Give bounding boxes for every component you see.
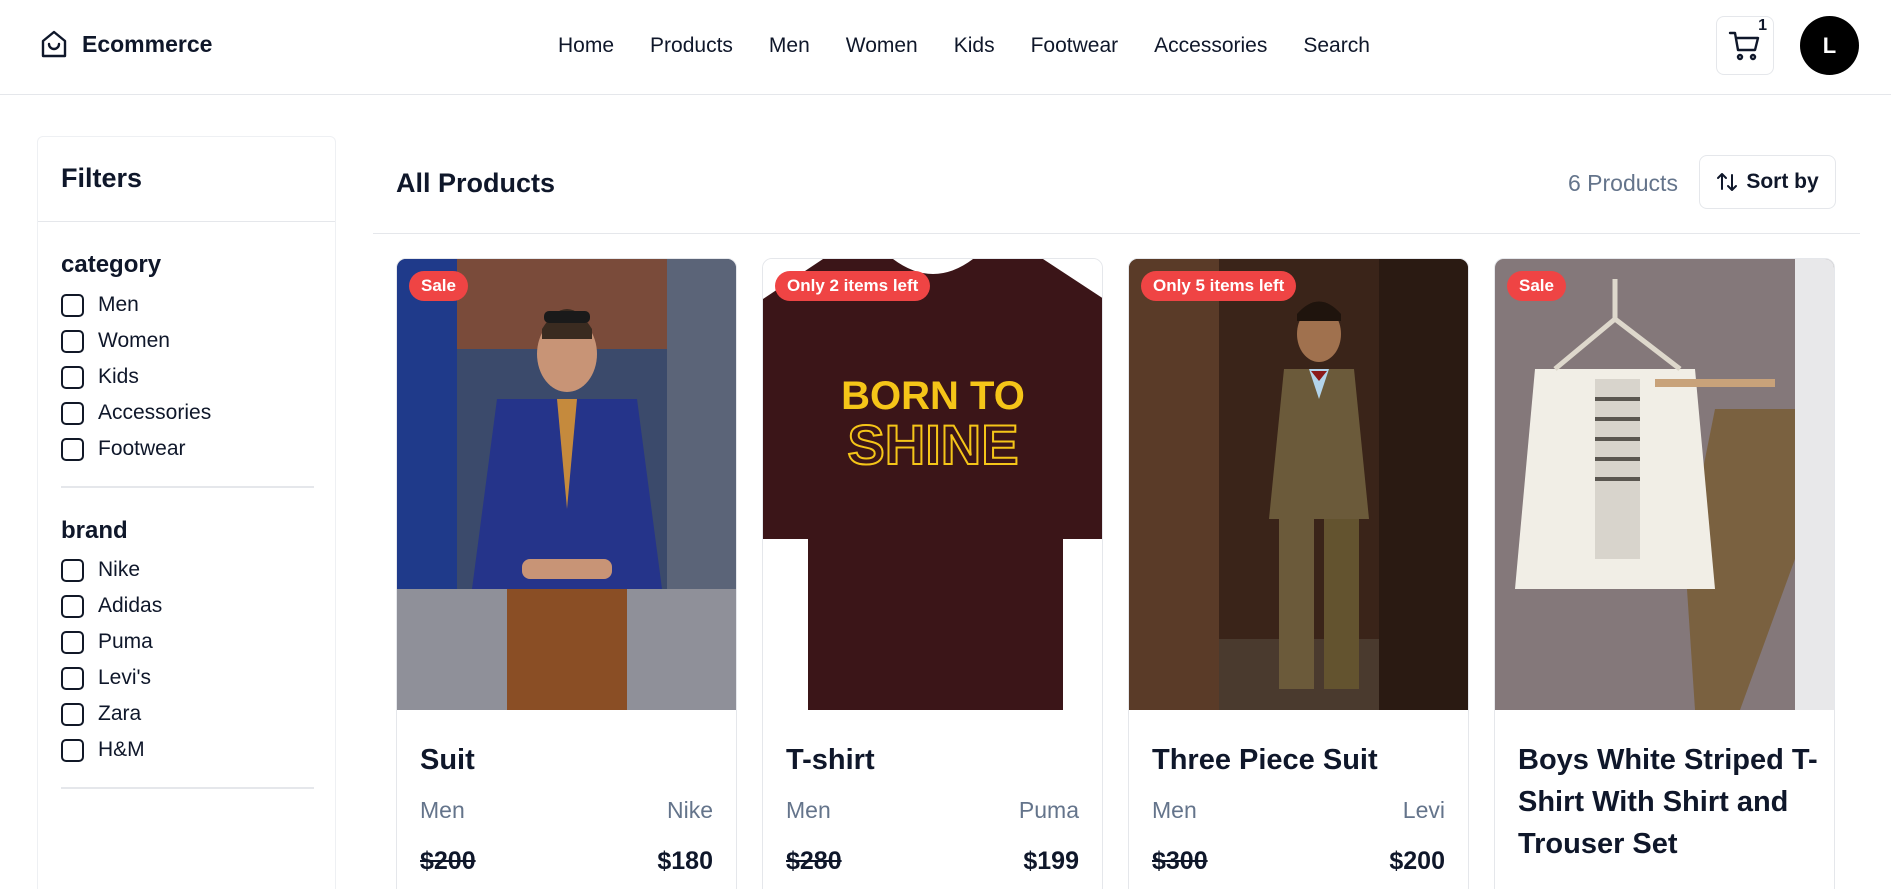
product-image[interactable]: Sale [397, 259, 736, 710]
checkbox[interactable] [61, 365, 84, 389]
three-piece-suit-photo [1129, 259, 1468, 710]
product-name[interactable]: Three Piece Suit [1152, 739, 1452, 781]
product-category: Men [1152, 797, 1197, 823]
brand-logo[interactable]: Ecommerce [38, 28, 212, 60]
checkbox[interactable] [61, 293, 84, 317]
product-name[interactable]: Suit [420, 739, 720, 781]
sale-price: $199 [1023, 847, 1079, 875]
product-image[interactable]: BORN TO SHINE Only 2 items left [763, 259, 1102, 710]
product-brand: Puma [1018, 797, 1079, 823]
filter-option-nike[interactable]: Nike [61, 558, 140, 582]
original-price: $300 [1152, 847, 1208, 875]
stock-badge: Only 5 items left [1141, 271, 1297, 301]
product-brand: Nike [666, 797, 713, 823]
checkbox[interactable] [61, 329, 84, 353]
product-count: 6 Products [1568, 170, 1678, 196]
filter-option-zara[interactable]: Zara [61, 702, 141, 726]
divider [373, 233, 1860, 234]
product-name[interactable]: Boys White Striped T-Shirt With Shirt an… [1518, 739, 1818, 865]
filter-option-women[interactable]: Women [61, 329, 170, 353]
filter-option-hm[interactable]: H&M [61, 738, 145, 762]
option-label: Kids [98, 365, 139, 388]
checkbox[interactable] [61, 401, 84, 425]
top-header: Ecommerce Home Products Men Women Kids F… [0, 0, 1891, 95]
brand-group-title: brand [61, 517, 128, 544]
divider [61, 787, 314, 789]
divider [38, 221, 335, 222]
option-label: Zara [98, 702, 142, 725]
checkbox[interactable] [61, 702, 84, 726]
product-card[interactable]: Sale Boys White Striped T-Shirt With Shi… [1494, 258, 1835, 889]
product-card[interactable]: BORN TO SHINE Only 2 items left T-shirt … [762, 258, 1103, 889]
checkbox[interactable] [61, 630, 84, 654]
nav-men[interactable]: Men [769, 34, 810, 58]
product-card[interactable]: Only 5 items left Three Piece Suit Men L… [1128, 258, 1469, 889]
stock-badge: Only 2 items left [775, 271, 931, 301]
suit-photo [397, 259, 736, 710]
filter-option-kids[interactable]: Kids [61, 365, 139, 389]
original-price: $200 [420, 847, 476, 875]
checkbox[interactable] [61, 558, 84, 582]
nav-footwear[interactable]: Footwear [1031, 34, 1119, 58]
category-group-title: category [61, 251, 162, 278]
products-area: All Products 6 Products Sort by Sale Sui… [373, 136, 1860, 889]
product-name[interactable]: T-shirt [786, 739, 1086, 781]
shirt-print-line1: BORN TO [841, 374, 1025, 418]
brand-name: Ecommerce [82, 30, 213, 57]
product-image[interactable]: Only 5 items left [1129, 259, 1468, 710]
product-image[interactable]: Sale [1495, 259, 1834, 710]
shirt-print-line2: SHINE [847, 413, 1018, 476]
sale-price: $180 [657, 847, 713, 875]
filters-sidebar: Filters category Men Women Kids Accessor… [37, 136, 336, 889]
sale-badge: Sale [1507, 271, 1566, 301]
sort-arrows-icon [1717, 173, 1738, 191]
main-nav: Home Products Men Women Kids Footwear Ac… [558, 34, 1406, 58]
option-label: Accessories [98, 401, 212, 424]
sort-label: Sort by [1746, 170, 1819, 193]
option-label: H&M [98, 738, 145, 761]
sort-by-button[interactable]: Sort by [1699, 155, 1836, 209]
option-label: Men [98, 293, 139, 316]
filter-option-accessories[interactable]: Accessories [61, 401, 211, 425]
divider [61, 486, 314, 488]
sale-badge: Sale [409, 271, 468, 301]
nav-kids[interactable]: Kids [954, 34, 995, 58]
filter-option-adidas[interactable]: Adidas [61, 594, 162, 618]
product-card[interactable]: Sale Suit Men Nike $200 $180 [396, 258, 737, 889]
cart-button[interactable]: 1 [1716, 16, 1774, 75]
nav-women[interactable]: Women [846, 34, 918, 58]
filter-option-men[interactable]: Men [61, 293, 139, 317]
product-category: Men [420, 797, 465, 823]
nav-accessories[interactable]: Accessories [1154, 34, 1267, 58]
checkbox[interactable] [61, 594, 84, 618]
cart-count-badge: 1 [1758, 17, 1767, 34]
tshirt-photo: BORN TO SHINE [763, 259, 1102, 710]
option-label: Nike [98, 558, 141, 581]
option-label: Puma [98, 630, 153, 653]
product-brand: Levi [1402, 797, 1445, 823]
checkbox[interactable] [61, 738, 84, 762]
filter-option-levis[interactable]: Levi's [61, 666, 151, 690]
filter-option-puma[interactable]: Puma [61, 630, 153, 654]
nav-home[interactable]: Home [558, 34, 614, 58]
filter-option-footwear[interactable]: Footwear [61, 437, 186, 461]
checkbox[interactable] [61, 437, 84, 461]
filters-title: Filters [61, 163, 143, 193]
option-label: Adidas [98, 594, 163, 617]
original-price: $280 [786, 847, 842, 875]
nav-search[interactable]: Search [1303, 34, 1370, 58]
boys-set-photo [1495, 259, 1834, 710]
product-category: Men [786, 797, 831, 823]
option-label: Footwear [98, 437, 186, 460]
store-logo-icon [41, 30, 67, 58]
option-label: Levi's [98, 666, 152, 689]
user-avatar[interactable]: L [1800, 16, 1859, 75]
page-title: All Products [396, 168, 556, 198]
nav-products[interactable]: Products [650, 34, 733, 58]
shopping-cart-icon [1728, 31, 1760, 60]
option-label: Women [98, 329, 170, 352]
sale-price: $200 [1389, 847, 1445, 875]
checkbox[interactable] [61, 666, 84, 690]
